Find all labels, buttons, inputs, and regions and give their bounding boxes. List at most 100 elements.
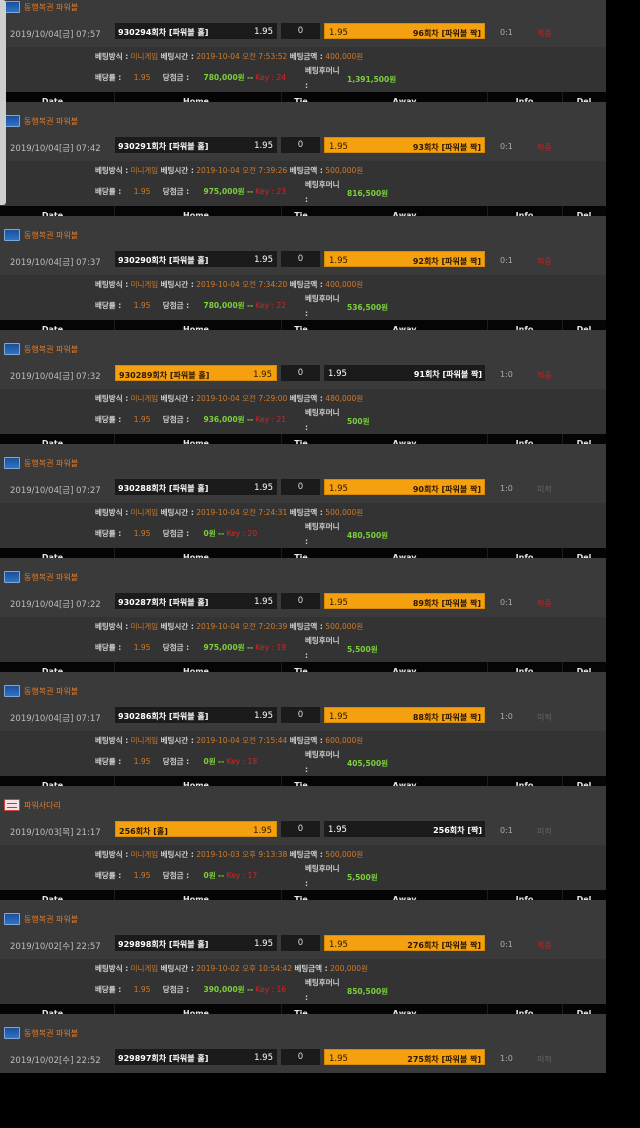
- after-money-colon: :: [305, 651, 308, 660]
- key-label: Key :: [255, 985, 275, 994]
- away-pick[interactable]: 1.95 276회차 [파워볼 짝]: [324, 935, 485, 951]
- home-pick[interactable]: 930287회차 [파워볼 홀] 1.95: [115, 593, 277, 609]
- after-money-label: 베팅후머니: [305, 750, 340, 759]
- away-pick[interactable]: 1.95 93회차 [파워볼 짝]: [324, 137, 485, 153]
- bet-amount-label: 베팅금액 :: [294, 964, 328, 973]
- home-pick[interactable]: 929897회차 [파워볼 홀] 1.95: [115, 1049, 277, 1065]
- home-pick[interactable]: 930294회차 [파워볼 홀] 1.95: [115, 23, 277, 39]
- bet-details: 베팅방식 : 미니게임 베팅시간 : 2019-10-02 오후 10:54:4…: [0, 959, 606, 1004]
- bet-method-value: 미니게임: [130, 622, 159, 631]
- odds-label: 배당률 :: [95, 187, 122, 196]
- tie-odds[interactable]: 0: [281, 935, 320, 951]
- tie-odds[interactable]: 0: [281, 365, 320, 381]
- home-pick[interactable]: 930286회차 [파워볼 홀] 1.95: [115, 707, 277, 723]
- tie-odds[interactable]: 0: [281, 821, 320, 837]
- tie-odds[interactable]: 0: [281, 707, 320, 723]
- home-label: 929898회차 [파워볼 홀]: [118, 940, 209, 949]
- odds-value: 1.95: [133, 415, 151, 424]
- result-status: 적중: [537, 371, 552, 380]
- powerball-icon: [4, 229, 20, 241]
- odds-value: 1.95: [133, 301, 151, 310]
- away-pick[interactable]: 1.95 256회차 [짝]: [324, 821, 485, 837]
- away-pick[interactable]: 1.95 91회차 [파워볼 짝]: [324, 365, 485, 381]
- bet-method-value: 미니게임: [130, 280, 159, 289]
- bet-date: 2019/10/04[금] 07:27: [10, 486, 101, 496]
- bet-time-value: 2019-10-02 오후 10:54:42: [196, 964, 293, 973]
- after-money-colon: :: [305, 423, 308, 432]
- home-label: 930289회차 [파워볼 홀]: [119, 371, 210, 380]
- bet-time-label: 베팅시간 :: [160, 394, 194, 403]
- key-value: 23: [276, 187, 287, 196]
- key-separator: --: [218, 757, 225, 766]
- bet-amount-value: 480,000원: [325, 394, 364, 403]
- tie-odds[interactable]: 0: [281, 593, 320, 609]
- score: 0:1: [500, 826, 513, 835]
- home-pick[interactable]: 930289회차 [파워볼 홀] 1.95: [115, 365, 277, 381]
- away-odds: 1.95: [328, 825, 347, 835]
- home-pick[interactable]: 930290회차 [파워볼 홀] 1.95: [115, 251, 277, 267]
- tie-odds[interactable]: 0: [281, 251, 320, 267]
- score: 1:0: [500, 712, 513, 721]
- away-pick[interactable]: 1.95 92회차 [파워볼 짝]: [324, 251, 485, 267]
- bet-method-label: 베팅방식 :: [95, 166, 129, 175]
- odds-label: 배당률 :: [95, 757, 122, 766]
- tie-odds[interactable]: 0: [281, 1049, 320, 1065]
- away-label: 88회차 [파워볼 짝]: [412, 713, 481, 722]
- odds-value: 1.95: [133, 529, 151, 538]
- bet-main-row: 동행복권 파워볼 2019/10/04[금] 07:27 930288회차 [파…: [0, 444, 606, 503]
- tie-odds[interactable]: 0: [281, 23, 320, 39]
- away-label: 90회차 [파워볼 짝]: [412, 485, 481, 494]
- tie-odds[interactable]: 0: [281, 479, 320, 495]
- after-money-label: 베팅후머니: [305, 864, 340, 873]
- powerball-icon: [4, 457, 20, 469]
- away-pick[interactable]: 1.95 89회차 [파워볼 짝]: [324, 593, 485, 609]
- bet-date: 2019/10/02[수] 22:57: [10, 942, 101, 952]
- away-pick[interactable]: 1.95 96회차 [파워볼 짝]: [324, 23, 485, 39]
- bet-record: 동행복권 파워볼 2019/10/04[금] 07:27 930288회차 [파…: [0, 444, 606, 568]
- result-status: 적중: [537, 29, 552, 38]
- home-pick[interactable]: 929898회차 [파워볼 홀] 1.95: [115, 935, 277, 951]
- result-status: 적중: [537, 941, 552, 950]
- tie-odds[interactable]: 0: [281, 137, 320, 153]
- game-name: 파워사다리: [24, 800, 61, 810]
- game-name: 동행복권 파워볼: [24, 2, 79, 12]
- home-pick[interactable]: 256회차 [홀] 1.95: [115, 821, 277, 837]
- key-label: Key :: [226, 757, 246, 766]
- game-name: 동행복권 파워볼: [24, 344, 79, 354]
- odds-value: 1.95: [133, 871, 151, 880]
- game-name: 동행복권 파워볼: [24, 572, 79, 582]
- home-odds: 1.95: [254, 483, 273, 493]
- home-odds: 1.95: [253, 370, 272, 380]
- key-label: Key :: [255, 415, 275, 424]
- home-pick[interactable]: 930288회차 [파워볼 홀] 1.95: [115, 479, 277, 495]
- bet-date: 2019/10/04[금] 07:32: [10, 372, 101, 382]
- home-pick[interactable]: 930291회차 [파워볼 홀] 1.95: [115, 137, 277, 153]
- bet-date: 2019/10/04[금] 07:37: [10, 258, 101, 268]
- away-pick[interactable]: 1.95 275회차 [파워볼 짝]: [324, 1049, 485, 1065]
- bet-record: 동행복권 파워볼 2019/10/04[금] 07:22 930287회차 [파…: [0, 558, 606, 682]
- bet-details: 베팅방식 : 미니게임 베팅시간 : 2019-10-04 오전 7:39:26…: [0, 161, 606, 206]
- bet-main-row: 동행복권 파워볼 2019/10/04[금] 07:37 930290회차 [파…: [0, 216, 606, 275]
- bet-record: 파워사다리 2019/10/03[목] 21:17 256회차 [홀] 1.95…: [0, 786, 606, 910]
- bet-details: 베팅방식 : 미니게임 베팅시간 : 2019-10-04 오전 7:34:20…: [0, 275, 606, 320]
- payout-value: 0원: [203, 757, 216, 766]
- after-money-colon: :: [305, 81, 308, 90]
- away-pick[interactable]: 1.95 88회차 [파워볼 짝]: [324, 707, 485, 723]
- score: 0:1: [500, 256, 513, 265]
- bet-method-label: 베팅방식 :: [95, 850, 129, 859]
- key-label: Key :: [226, 871, 246, 880]
- home-label: 930286회차 [파워볼 홀]: [118, 712, 209, 721]
- away-pick[interactable]: 1.95 90회차 [파워볼 짝]: [324, 479, 485, 495]
- payout-value: 780,000원: [203, 301, 245, 310]
- game-title: 동행복권 파워볼: [4, 1027, 78, 1039]
- away-odds: 1.95: [329, 940, 348, 950]
- key-label: Key :: [255, 643, 275, 652]
- result-status: 적중: [537, 143, 552, 152]
- bet-time-label: 베팅시간 :: [160, 166, 194, 175]
- game-title: 동행복권 파워볼: [4, 457, 78, 469]
- bet-main-row: 동행복권 파워볼 2019/10/02[수] 22:52 929897회차 [파…: [0, 1014, 606, 1073]
- bet-amount-label: 베팅금액 :: [289, 736, 323, 745]
- home-odds: 1.95: [254, 597, 273, 607]
- payout-value: 975,000원: [203, 643, 245, 652]
- scrollbar[interactable]: [0, 0, 6, 205]
